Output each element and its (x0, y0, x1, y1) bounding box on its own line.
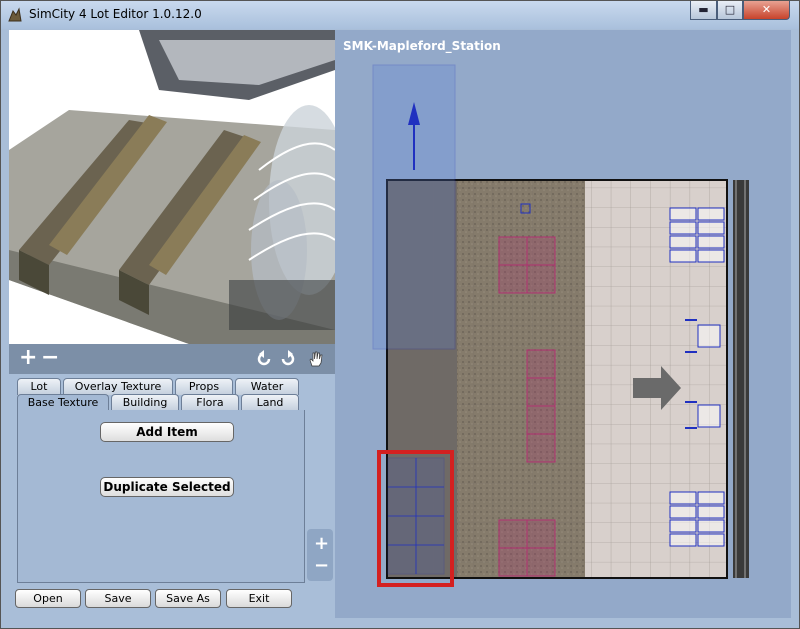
3d-preview-render (9, 30, 335, 344)
lot-grid (372, 64, 749, 587)
magenta-overlay-cell (498, 547, 528, 577)
maximize-button[interactable]: □ (717, 1, 743, 20)
tab-flora[interactable]: Flora (181, 394, 239, 411)
tab-building[interactable]: Building (111, 394, 179, 411)
prop-overlay (697, 235, 725, 249)
file-buttons-bar: Open Save Save As Exit (9, 584, 335, 618)
tool-tabs-area: Lot Overlay Texture Props Water Base Tex… (9, 374, 335, 584)
magenta-overlay-cell (526, 236, 556, 266)
add-button[interactable]: + (19, 346, 37, 370)
zoom-controls: + − (307, 529, 333, 581)
close-button[interactable]: ✕ (743, 1, 790, 20)
app-icon (8, 7, 22, 22)
prop-overlay (669, 505, 697, 519)
prop-overlay (669, 235, 697, 249)
3d-preview-viewport[interactable] (9, 30, 335, 344)
tab-land[interactable]: Land (241, 394, 299, 411)
rotate-right-icon[interactable] (279, 350, 297, 368)
open-button[interactable]: Open (15, 589, 81, 608)
add-item-button[interactable]: Add Item (100, 422, 234, 442)
remove-button[interactable]: − (41, 346, 59, 370)
prop-overlay (669, 207, 697, 221)
rotate-left-icon[interactable] (255, 350, 273, 368)
prop-overlay (669, 221, 697, 235)
prop-overlay (697, 519, 725, 533)
window-title: SimCity 4 Lot Editor 1.0.12.0 (29, 7, 202, 21)
lot-editor-window: SimCity 4 Lot Editor 1.0.12.0 ▬ □ ✕ + − … (0, 0, 800, 629)
magenta-overlay-cell (498, 236, 528, 266)
prop-overlay (697, 533, 725, 547)
zoom-in-button[interactable]: + (314, 535, 329, 553)
tab-overlay-texture[interactable]: Overlay Texture (63, 378, 173, 395)
magenta-overlay-cell (526, 433, 556, 463)
exit-button[interactable]: Exit (226, 589, 292, 608)
duplicate-selected-button[interactable]: Duplicate Selected (100, 477, 234, 497)
prop-overlay (697, 324, 721, 348)
tab-water[interactable]: Water (235, 378, 299, 395)
magenta-overlay-cell (526, 405, 556, 435)
magenta-overlay-cell (526, 547, 556, 577)
magenta-overlay-cell (498, 519, 528, 549)
prop-overlay (697, 404, 721, 428)
magenta-overlay-cell (498, 264, 528, 294)
magenta-overlay-cell (526, 519, 556, 549)
zoom-out-button[interactable]: − (314, 557, 329, 575)
magenta-overlay-cell (526, 377, 556, 407)
prop-overlay (669, 249, 697, 263)
prop-overlay (669, 533, 697, 547)
prop-overlay (697, 207, 725, 221)
lot-editor-canvas[interactable]: SMK-Mapleford_Station (335, 30, 791, 618)
minimize-button[interactable]: ▬ (690, 1, 717, 20)
preview-toolbar: + − (9, 344, 335, 374)
save-button[interactable]: Save (85, 589, 151, 608)
tab-props[interactable]: Props (175, 378, 233, 395)
base-texture-panel: Add Item Duplicate Selected (17, 410, 305, 583)
title-bar[interactable]: SimCity 4 Lot Editor 1.0.12.0 ▬ □ ✕ (1, 1, 799, 29)
prop-overlay (669, 491, 697, 505)
prop-overlay (697, 249, 725, 263)
tab-lot[interactable]: Lot (17, 378, 61, 395)
prop-overlay (669, 519, 697, 533)
prop-overlay (697, 505, 725, 519)
save-as-button[interactable]: Save As (155, 589, 221, 608)
magenta-overlay-cell (526, 349, 556, 379)
tab-base-texture[interactable]: Base Texture (17, 394, 109, 411)
hand-pan-icon[interactable] (307, 350, 325, 368)
magenta-overlay-cell (526, 264, 556, 294)
prop-overlay (697, 221, 725, 235)
prop-overlay (697, 491, 725, 505)
